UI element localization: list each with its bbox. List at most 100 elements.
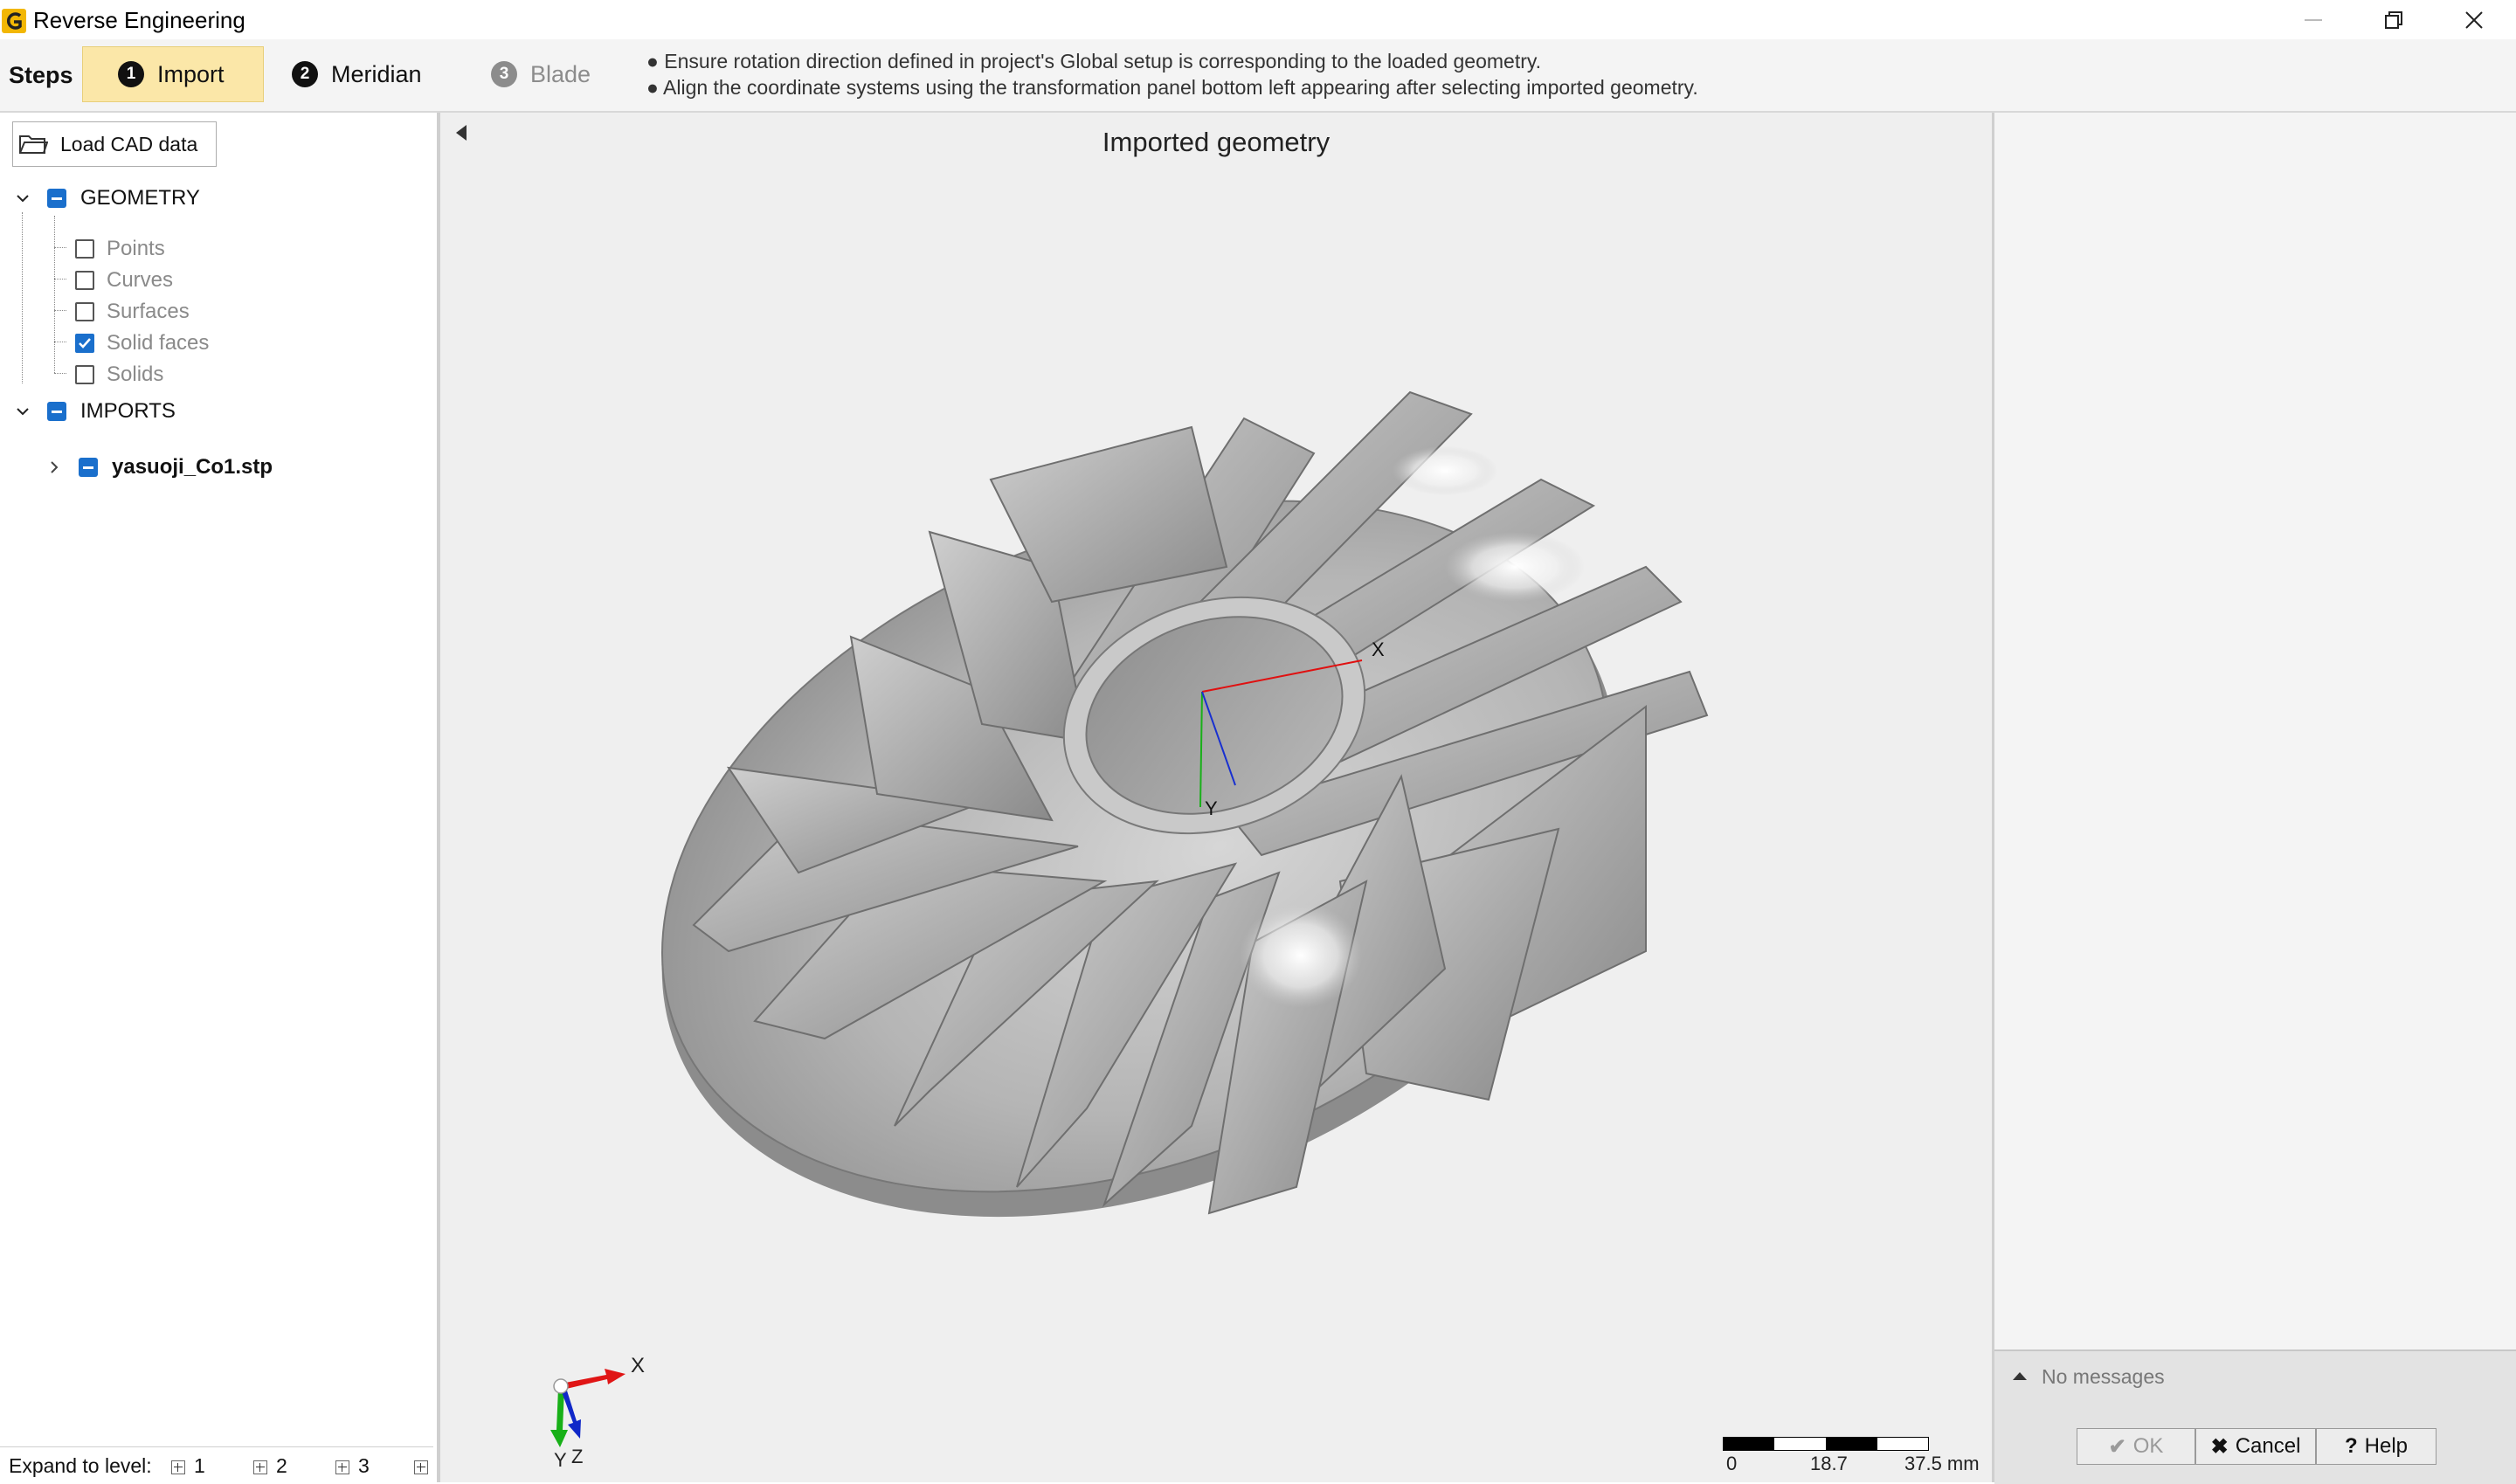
help-button[interactable]: ? Help — [2316, 1428, 2437, 1465]
tree-node-label: Curves — [107, 268, 174, 292]
folder-icon — [19, 135, 48, 154]
tristate-checkbox[interactable] — [47, 402, 66, 421]
restore-button[interactable] — [2354, 0, 2434, 39]
load-cad-label: Load CAD data — [60, 132, 198, 155]
step-number: 3 — [491, 61, 517, 87]
step-number: 2 — [292, 61, 318, 87]
app-logo-icon — [2, 9, 26, 33]
checkbox[interactable] — [75, 271, 94, 290]
checkbox[interactable] — [75, 239, 94, 259]
message-status: No messages — [2042, 1365, 2165, 1388]
step-label: Meridian — [331, 60, 422, 87]
checkbox-checked[interactable] — [75, 334, 94, 353]
expand-level-label: 2 — [276, 1454, 287, 1477]
tree-node-surfaces[interactable]: Surfaces — [75, 300, 190, 324]
tree-guide — [54, 310, 66, 311]
step-blade[interactable]: 3 Blade — [491, 46, 591, 102]
expand-plus-icon — [414, 1460, 428, 1474]
triad-x-label: X — [631, 1354, 645, 1377]
checkmark-icon — [79, 338, 91, 349]
expand-level-2[interactable]: 2 — [253, 1454, 287, 1478]
title-bar: Reverse Engineering — [0, 0, 2516, 39]
scale-label: 37.5 mm — [1904, 1453, 1980, 1474]
message-panel: No messages ✔ OK ✖ Cancel ? Help — [1994, 1349, 2516, 1484]
triad-origin — [553, 1378, 569, 1394]
tree-guide — [54, 216, 55, 373]
highlight — [1445, 532, 1585, 602]
chevron-down-icon[interactable] — [16, 404, 30, 418]
tristate-checkbox[interactable] — [79, 458, 98, 477]
help-label: Help — [2364, 1434, 2409, 1458]
step-meridian[interactable]: 2 Meridian — [292, 46, 422, 102]
geometry-tree-panel: Load CAD data GEOMETRY Points Curves Sur… — [0, 113, 440, 1482]
expand-level-all[interactable] — [414, 1454, 437, 1478]
orientation-triad: X Y Z — [550, 1354, 645, 1471]
step-label: Import — [157, 60, 225, 87]
tree-node-points[interactable]: Points — [75, 237, 165, 261]
tree-node-solid-faces[interactable]: Solid faces — [75, 331, 209, 355]
tree-node-label: Points — [107, 237, 165, 260]
cancel-x-icon: ✖ — [2210, 1434, 2229, 1459]
steps-bar: Steps 1 Import 2 Meridian 3 Blade ● Ensu… — [0, 39, 2516, 113]
checkbox[interactable] — [75, 302, 94, 321]
step-import[interactable]: 1 Import — [82, 46, 264, 102]
check-icon: ✔ — [2108, 1434, 2126, 1459]
tree-node-label: GEOMETRY — [80, 186, 200, 210]
expand-level-3[interactable]: 3 — [335, 1454, 370, 1478]
tree-node-curves[interactable]: Curves — [75, 268, 173, 293]
ok-label: OK — [2132, 1434, 2164, 1458]
tree-guide — [22, 212, 23, 383]
expand-label: Expand to level: — [9, 1454, 152, 1477]
properties-panel: No messages ✔ OK ✖ Cancel ? Help — [1992, 113, 2516, 1484]
cancel-label: Cancel — [2235, 1434, 2301, 1458]
step-number: 1 — [118, 61, 144, 87]
cancel-button[interactable]: ✖ Cancel — [2195, 1428, 2316, 1465]
tree-node-imports[interactable]: IMPORTS — [16, 399, 176, 424]
chevron-down-icon[interactable] — [16, 191, 30, 205]
highlight — [1240, 903, 1362, 1008]
tree-guide — [54, 373, 66, 374]
chevron-right-icon[interactable] — [47, 460, 61, 474]
highlight — [1393, 446, 1497, 495]
expand-messages-icon[interactable] — [2012, 1370, 2028, 1381]
steps-label: Steps — [9, 62, 73, 88]
expand-plus-icon — [253, 1460, 267, 1474]
tree-node-label: Solid faces — [107, 331, 210, 355]
tree-node-label: Surfaces — [107, 300, 190, 323]
expand-level-1[interactable]: 1 — [171, 1454, 205, 1478]
close-icon — [2465, 10, 2483, 29]
impeller-model[interactable]: X Y — [440, 113, 1992, 1482]
restore-icon — [2385, 10, 2402, 29]
expand-level-label: 1 — [194, 1454, 205, 1477]
expand-level-label: 3 — [358, 1454, 370, 1477]
tree-node-label: Solids — [107, 362, 164, 386]
triad-y-label: Y — [554, 1449, 567, 1471]
scale-label: 0 — [1726, 1453, 1738, 1474]
minimize-icon — [2305, 18, 2322, 21]
close-button[interactable] — [2434, 0, 2514, 39]
load-cad-button[interactable]: Load CAD data — [12, 121, 217, 167]
hint-text: ● Ensure rotation direction defined in p… — [646, 50, 1542, 72]
local-x-label: X — [1372, 638, 1385, 660]
expand-level-bar: Expand to level: 1 2 3 — [0, 1446, 433, 1482]
step-label: Blade — [530, 60, 591, 87]
tree-node-solids[interactable]: Solids — [75, 362, 163, 387]
tree-node-import-file[interactable]: yasuoji_Co1.stp — [47, 455, 273, 480]
question-icon: ? — [2344, 1434, 2358, 1458]
tree-node-label: yasuoji_Co1.stp — [112, 455, 273, 479]
hint-text: ● Align the coordinate systems using the… — [646, 76, 1698, 99]
tristate-checkbox[interactable] — [47, 189, 66, 208]
expand-plus-icon — [171, 1460, 185, 1474]
local-y-label: Y — [1205, 797, 1218, 819]
triad-z-label: Z — [571, 1446, 583, 1467]
checkbox[interactable] — [75, 365, 94, 384]
scale-bar — [1723, 1437, 1929, 1451]
ok-button[interactable]: ✔ OK — [2077, 1428, 2195, 1465]
expand-plus-icon — [335, 1460, 349, 1474]
tree-node-geometry[interactable]: GEOMETRY — [16, 186, 200, 211]
minimize-button[interactable] — [2273, 0, 2354, 39]
scale-label: 18.7 — [1810, 1453, 1848, 1474]
3d-viewport[interactable]: Imported geometry X Y X Y Z 0 18.7 37.5 … — [440, 113, 1992, 1482]
tree-guide — [54, 279, 66, 280]
tree-node-label: IMPORTS — [80, 399, 176, 423]
